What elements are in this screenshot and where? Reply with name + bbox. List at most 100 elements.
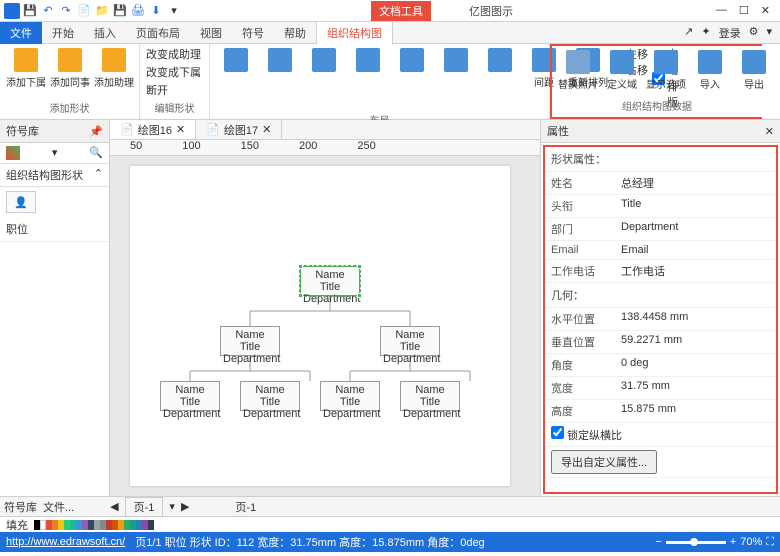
prop-title-value[interactable]: Title: [621, 198, 770, 214]
props-close-icon[interactable]: ✕: [765, 125, 774, 138]
zoom-slider[interactable]: [666, 541, 726, 544]
fit-icon[interactable]: ⛶: [766, 536, 774, 549]
prop-dept-value[interactable]: Department: [621, 221, 770, 237]
left-tab-files[interactable]: 文件...: [43, 499, 74, 515]
page-tab[interactable]: 页-1: [125, 497, 164, 517]
layout-3-button[interactable]: [304, 46, 344, 74]
tab-org[interactable]: 组织结构图: [316, 21, 393, 45]
layout-7-button[interactable]: [480, 46, 520, 74]
lib-dropdown-icon[interactable]: ▾: [52, 146, 58, 160]
display-options-button[interactable]: 显示选项: [646, 48, 686, 93]
custom-field-button[interactable]: 定义域: [602, 48, 642, 93]
replace-photo-button[interactable]: 替换照片: [558, 48, 598, 93]
undo-icon[interactable]: ↶: [40, 3, 56, 19]
search-icon[interactable]: 🔍: [89, 146, 103, 160]
open-icon[interactable]: 📁: [94, 3, 110, 19]
save-icon[interactable]: 💾: [22, 3, 38, 19]
collapse-ribbon-icon[interactable]: ▾: [766, 25, 772, 41]
title-doc-tools: 文档工具: [371, 1, 431, 21]
shape-attr-header: 形状属性：: [545, 147, 776, 172]
org-node[interactable]: NameTitleDepartment: [240, 381, 300, 411]
shape-thumb-person[interactable]: 👤: [6, 191, 36, 213]
org-node[interactable]: NameTitleDepartment: [320, 381, 380, 411]
tab-close-icon[interactable]: ✕: [262, 123, 271, 136]
fill-label: 填充: [6, 517, 28, 533]
add-subordinate-button[interactable]: 添加下属: [6, 46, 46, 91]
add-assistant-button[interactable]: 添加助理: [94, 46, 134, 91]
export-custom-props-button[interactable]: 导出自定义属性...: [551, 450, 657, 474]
prop-width-value[interactable]: 31.75 mm: [621, 380, 770, 396]
new-icon[interactable]: 📄: [76, 3, 92, 19]
zoom-in-icon[interactable]: +: [730, 536, 736, 548]
org-node[interactable]: NameTitleDepartment: [400, 381, 460, 411]
disconnect-button[interactable]: 断开: [146, 82, 201, 98]
tab-file[interactable]: 文件: [0, 22, 42, 44]
prop-y-value[interactable]: 59.2271 mm: [621, 334, 770, 350]
layout-2-button[interactable]: [260, 46, 300, 74]
more-icon[interactable]: ▾: [166, 3, 182, 19]
prop-email-value[interactable]: Email: [621, 244, 770, 256]
tab-start[interactable]: 开始: [42, 22, 84, 44]
layout-5-button[interactable]: [392, 46, 432, 74]
zoom-out-icon[interactable]: −: [655, 536, 661, 548]
shape-position[interactable]: 职位: [0, 217, 109, 242]
category-expand-icon[interactable]: ⌃: [94, 167, 103, 183]
import-button[interactable]: 导入: [690, 48, 730, 93]
to-subordinate-button[interactable]: 改变成下属: [146, 64, 201, 80]
group-add-shapes: 添加形状: [6, 98, 133, 117]
export-icon[interactable]: ⬇: [148, 3, 164, 19]
tab-close-icon[interactable]: ✕: [176, 123, 185, 136]
color-swatches[interactable]: [34, 520, 154, 530]
geom-header: 几何：: [545, 283, 776, 308]
prop-name-value[interactable]: 总经理: [621, 175, 770, 191]
props-title: 属性: [547, 123, 569, 139]
panel-pin-icon[interactable]: 📌: [89, 125, 103, 138]
tab-symbol[interactable]: 符号: [232, 22, 274, 44]
tab-page[interactable]: 页面布局: [126, 22, 190, 44]
layout-4-button[interactable]: [348, 46, 388, 74]
zoom-value[interactable]: 70%: [740, 536, 762, 548]
save2-icon[interactable]: 💾: [112, 3, 128, 19]
tab-help[interactable]: 帮助: [274, 22, 316, 44]
org-node-root[interactable]: NameTitleDepartment: [300, 266, 360, 296]
org-node[interactable]: NameTitleDepartment: [160, 381, 220, 411]
group-edit-shapes: 编辑形状: [146, 98, 203, 117]
layout-6-button[interactable]: [436, 46, 476, 74]
minimize-icon[interactable]: —: [716, 4, 727, 17]
share-icon[interactable]: ↗: [684, 25, 693, 41]
tab-insert[interactable]: 插入: [84, 22, 126, 44]
print-icon[interactable]: 🖨: [130, 3, 146, 19]
canvas[interactable]: NameTitleDepartment NameTitleDepartment …: [110, 156, 540, 496]
prop-phone-value[interactable]: 工作电话: [621, 263, 770, 279]
app-icon: [4, 3, 20, 19]
redo-icon[interactable]: ↷: [58, 3, 74, 19]
add-peer-button[interactable]: 添加同事: [50, 46, 90, 91]
doc-tab-1[interactable]: 📄绘图16✕: [110, 120, 196, 139]
org-node[interactable]: NameTitleDepartment: [220, 326, 280, 356]
left-tab-lib[interactable]: 符号库: [4, 499, 37, 515]
layout-1-button[interactable]: [216, 46, 256, 74]
prop-height-value[interactable]: 15.875 mm: [621, 403, 770, 419]
shapes-category[interactable]: 组织结构图形状: [6, 167, 83, 183]
title-app-name: 亿图图示: [461, 1, 521, 21]
ruler-horizontal: 50100150200250: [110, 140, 540, 156]
page-tab-2[interactable]: 页-1: [235, 499, 256, 515]
prop-angle-value[interactable]: 0 deg: [621, 357, 770, 373]
status-info: 页1/1 职位 形状 ID：112 宽度：31.75mm 高度：15.875mm…: [135, 534, 484, 550]
symbol-lib-title: 符号库: [6, 123, 39, 139]
lock-aspect-checkbox[interactable]: 锁定纵横比: [551, 426, 622, 443]
close-icon[interactable]: ✕: [761, 4, 770, 17]
maximize-icon[interactable]: ☐: [739, 4, 749, 17]
status-url[interactable]: http://www.edrawsoft.cn/: [6, 536, 125, 548]
prop-x-value[interactable]: 138.4458 mm: [621, 311, 770, 327]
doc-tab-2[interactable]: 📄绘图17✕: [196, 120, 282, 139]
login-link[interactable]: 登录: [719, 25, 741, 41]
org-node[interactable]: NameTitleDepartment: [380, 326, 440, 356]
settings-icon[interactable]: ⚙: [749, 25, 759, 41]
to-assistant-button[interactable]: 改变成助理: [146, 46, 201, 62]
group-data: 组织结构图数据: [558, 96, 756, 115]
lib-selector[interactable]: [6, 146, 20, 160]
export-button[interactable]: 导出: [734, 48, 774, 93]
share2-icon[interactable]: ✦: [701, 25, 710, 41]
tab-view[interactable]: 视图: [190, 22, 232, 44]
